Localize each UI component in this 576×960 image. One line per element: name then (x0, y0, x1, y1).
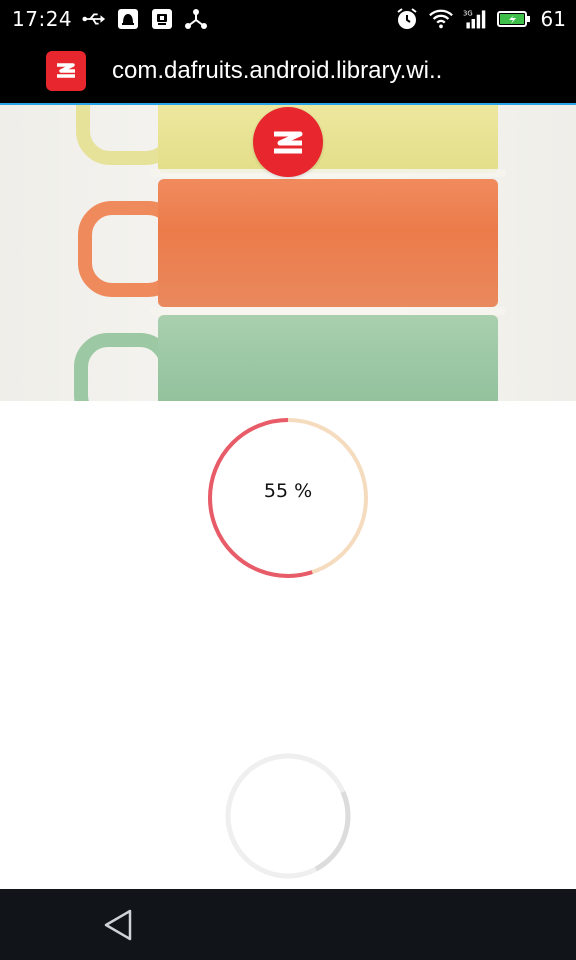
spinner-arc (314, 791, 351, 872)
status-left: 17:24 (12, 7, 208, 31)
cup-yellow (158, 105, 498, 173)
circular-progress: 55 % (207, 417, 369, 579)
nav-bar (0, 889, 576, 960)
app-title: com.dafruits.android.library.wi.. (112, 56, 443, 84)
signal-3g-icon: 3G (463, 7, 487, 31)
cup-rim (150, 307, 506, 315)
app-logo-icon[interactable] (253, 107, 323, 177)
screenshot-icon (150, 7, 174, 31)
status-time: 17:24 (12, 7, 73, 31)
cup-orange (158, 179, 498, 307)
alarm-icon (395, 7, 419, 31)
app-bar: com.dafruits.android.library.wi.. (0, 38, 576, 105)
status-right: 3G 61 (395, 7, 566, 31)
cup-rim (150, 169, 506, 177)
app-logo-icon[interactable] (46, 50, 86, 91)
status-bar: 17:24 3G 61 (0, 0, 576, 38)
battery-icon (496, 7, 531, 31)
battery-level: 61 (540, 7, 566, 31)
notification-icon (116, 7, 140, 31)
cup-green (158, 315, 498, 401)
share-icon (184, 7, 208, 31)
loading-spinner (224, 752, 352, 880)
hero-image (0, 105, 576, 401)
usb-icon (82, 7, 106, 31)
progress-label: 55 % (263, 480, 313, 502)
back-triangle-icon[interactable] (100, 907, 136, 943)
wifi-icon (428, 7, 453, 31)
svg-text:3G: 3G (463, 10, 473, 18)
